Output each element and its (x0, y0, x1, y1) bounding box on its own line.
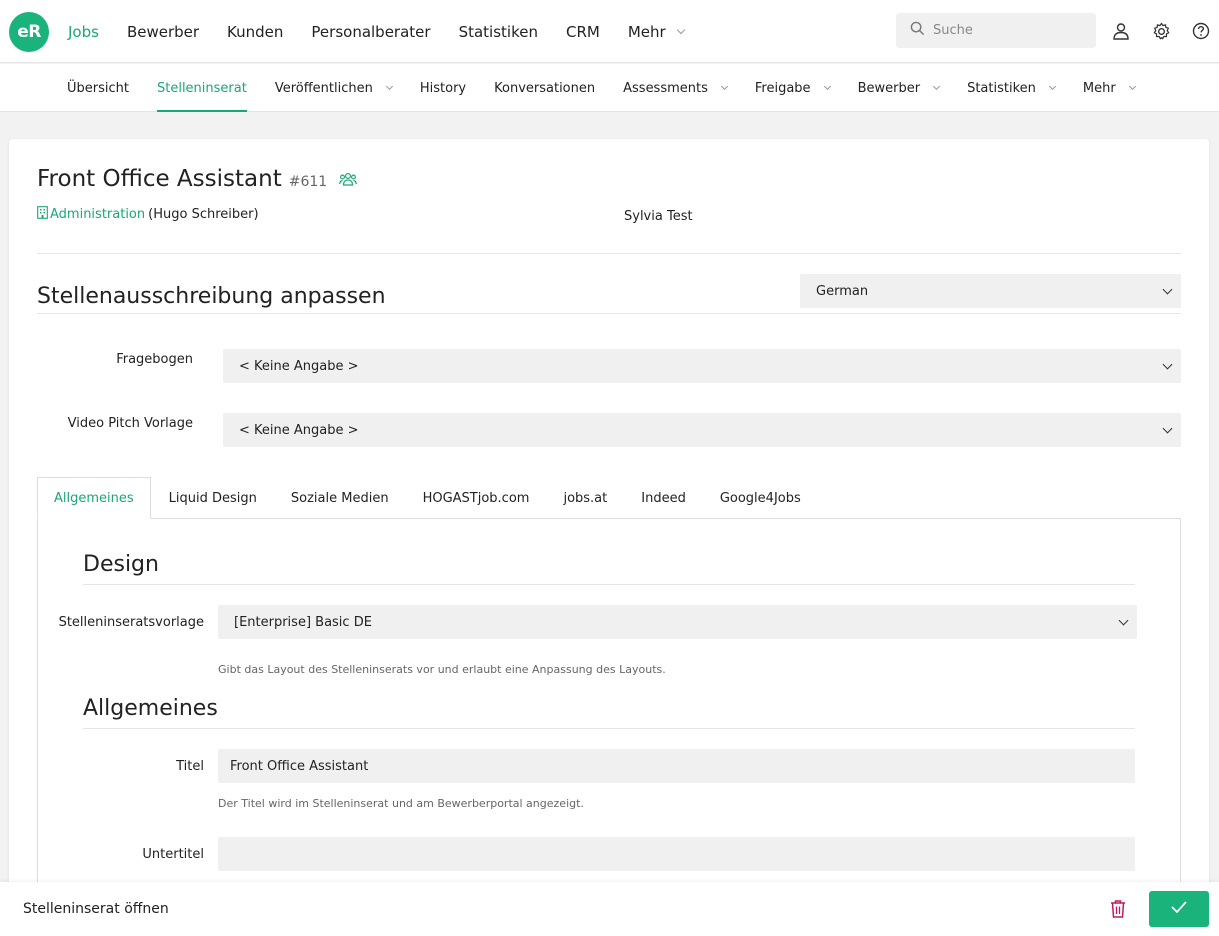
gear-icon[interactable] (1150, 20, 1172, 42)
sub-navbar: Übersicht Stelleninserat Veröffentlichen… (0, 64, 1219, 112)
chevron-down-icon (1162, 359, 1173, 369)
section-title: Stellenausschreibung anpassen (37, 284, 386, 309)
video-pitch-value: < Keine Angabe > (239, 422, 359, 438)
divider (37, 253, 1181, 254)
chevron-down-icon (1162, 284, 1173, 294)
job-owner: Sylvia Test (624, 209, 693, 224)
subnav-assessments[interactable]: Assessments (623, 64, 728, 112)
footer-label: Stelleninserat öffnen (23, 901, 169, 917)
app-logo[interactable]: eR (9, 12, 49, 52)
tab-indeed[interactable]: Indeed (625, 477, 702, 519)
main-nav: Jobs Bewerber Kunden Personalberater Sta… (68, 0, 712, 63)
chevron-down-icon (1048, 82, 1056, 90)
subnav-veroeffentlichen[interactable]: Veröffentlichen (274, 64, 393, 112)
title-hint: Der Titel wird im Stelleninserat und am … (218, 797, 584, 810)
subnav-history[interactable]: History (420, 64, 466, 112)
fragebogen-label: Fragebogen (116, 352, 193, 367)
job-card: Front Office Assistant #611 Administrati… (9, 139, 1209, 936)
subnav-label: Freigabe (754, 80, 811, 96)
nav-personalberater[interactable]: Personalberater (311, 23, 430, 41)
nav-mehr-label: Mehr (627, 22, 666, 41)
user-icon[interactable] (1110, 20, 1132, 42)
chevron-down-icon (823, 82, 831, 90)
nav-kunden[interactable]: Kunden (227, 23, 283, 41)
subnav-statistiken[interactable]: Statistiken (967, 64, 1056, 112)
general-heading: Allgemeines (83, 696, 218, 721)
nav-bewerber[interactable]: Bewerber (127, 23, 199, 41)
tab-allgemeines[interactable]: Allgemeines (37, 477, 151, 519)
tab-google4jobs[interactable]: Google4Jobs (704, 477, 817, 519)
nav-crm[interactable]: CRM (566, 23, 600, 41)
fragebogen-select[interactable]: < Keine Angabe > (223, 349, 1181, 383)
tab-bar: Allgemeines Liquid Design Soziale Medien… (37, 477, 819, 519)
subnav-label: Bewerber (857, 80, 921, 96)
search-box[interactable] (896, 13, 1096, 48)
subnav-mehr[interactable]: Mehr (1082, 64, 1136, 112)
search-input[interactable] (933, 23, 1083, 38)
subnav-konversationen[interactable]: Konversationen (494, 64, 595, 112)
template-label: Stelleninseratsvorlage (58, 615, 204, 630)
top-navbar: eR Jobs Bewerber Kunden Personalberater … (0, 0, 1219, 63)
design-heading: Design (83, 552, 159, 577)
search-icon (910, 21, 925, 40)
subnav-bewerber[interactable]: Bewerber (857, 64, 941, 112)
divider (83, 728, 1135, 729)
department-line: Administration (Hugo Schreiber) (37, 206, 259, 223)
language-select[interactable]: German (800, 274, 1181, 308)
page-title: Front Office Assistant #611 (37, 166, 357, 192)
fragebogen-value: < Keine Angabe > (239, 358, 359, 374)
subtitle-input[interactable] (218, 837, 1135, 871)
nav-statistiken[interactable]: Statistiken (459, 23, 538, 41)
tab-jobs-at[interactable]: jobs.at (547, 477, 623, 519)
department-link[interactable]: Administration (50, 207, 145, 222)
chevron-down-icon (720, 82, 728, 90)
help-icon[interactable] (1190, 20, 1212, 42)
chevron-down-icon (676, 25, 685, 34)
chevron-down-icon (933, 82, 941, 90)
job-id: #611 (288, 174, 328, 190)
template-hint: Gibt das Layout des Stelleninserats vor … (218, 663, 666, 676)
action-footer: Stelleninserat öffnen (0, 882, 1219, 936)
divider (37, 313, 1181, 314)
chevron-down-icon (1128, 82, 1136, 90)
chevron-down-icon (1162, 423, 1173, 433)
tab-soziale-medien[interactable]: Soziale Medien (275, 477, 405, 519)
title-input[interactable]: Front Office Assistant (218, 749, 1135, 783)
template-select[interactable]: [Enterprise] Basic DE (218, 605, 1137, 639)
job-title: Front Office Assistant (37, 166, 282, 192)
video-pitch-select[interactable]: < Keine Angabe > (223, 413, 1181, 447)
subnav-stelleninserat[interactable]: Stelleninserat (156, 64, 247, 112)
sub-nav: Übersicht Stelleninserat Veröffentlichen… (67, 64, 1163, 112)
check-icon (1170, 900, 1188, 918)
chevron-down-icon (1118, 615, 1129, 625)
tab-panel: Design Stelleninseratsvorlage [Enterpris… (37, 518, 1181, 936)
subnav-label: Assessments (623, 80, 708, 96)
subnav-label: Veröffentlichen (274, 80, 373, 96)
nav-mehr[interactable]: Mehr (627, 22, 685, 41)
template-value: [Enterprise] Basic DE (234, 614, 372, 630)
subnav-freigabe[interactable]: Freigabe (754, 64, 831, 112)
department-person: (Hugo Schreiber) (148, 207, 259, 222)
divider (83, 584, 1135, 585)
subtitle-label: Untertitel (142, 847, 204, 862)
subnav-label: Statistiken (967, 80, 1036, 96)
tab-liquid-design[interactable]: Liquid Design (153, 477, 273, 519)
team-icon[interactable] (339, 166, 357, 192)
nav-jobs[interactable]: Jobs (68, 23, 99, 41)
subnav-label: Mehr (1082, 80, 1116, 96)
save-button[interactable] (1149, 891, 1209, 927)
language-value: German (816, 283, 869, 299)
tab-hogastjob[interactable]: HOGASTjob.com (407, 477, 546, 519)
video-pitch-label: Video Pitch Vorlage (67, 416, 193, 431)
chevron-down-icon (385, 82, 393, 90)
building-icon (37, 206, 48, 223)
trash-icon[interactable] (1109, 899, 1129, 919)
title-label: Titel (176, 759, 204, 774)
subnav-uebersicht[interactable]: Übersicht (67, 64, 129, 112)
